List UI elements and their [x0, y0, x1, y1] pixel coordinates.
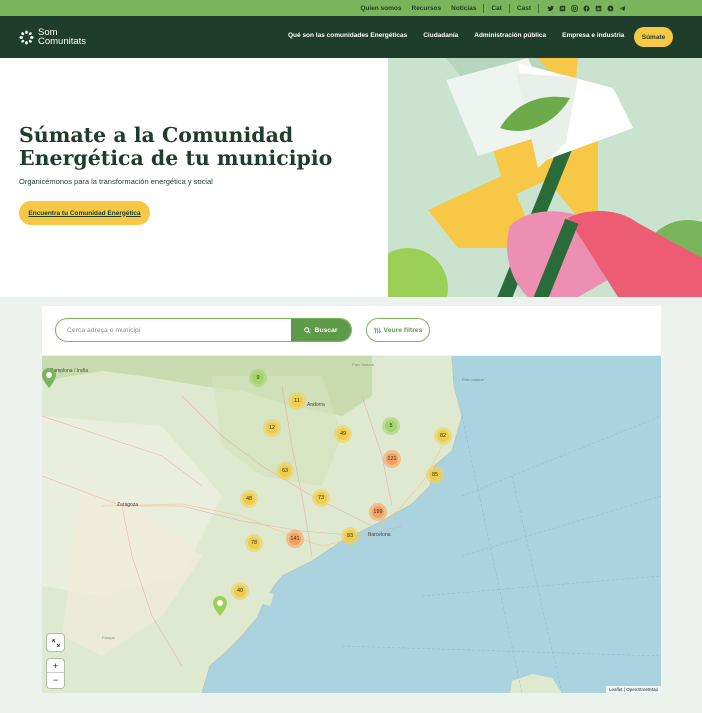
place-label-andorra: Andorra: [307, 402, 325, 408]
map-cluster[interactable]: 73: [312, 489, 330, 507]
map-cluster[interactable]: 5: [382, 417, 400, 435]
cluster-count: 5: [385, 420, 397, 432]
linkedin-icon[interactable]: [595, 5, 602, 12]
mastodon-icon[interactable]: [559, 5, 566, 12]
map-cluster[interactable]: 49: [334, 425, 352, 443]
join-button[interactable]: Súmate: [634, 27, 673, 47]
social-links: [547, 4, 626, 12]
link-noticias[interactable]: Noticias: [446, 5, 481, 12]
map-attribution[interactable]: Leaflet | OpenStreetMap: [606, 686, 661, 693]
zoom-in-button[interactable]: +: [47, 659, 64, 673]
map-cluster[interactable]: 141: [286, 530, 304, 548]
hero-illustration: [388, 58, 702, 297]
logo-text: Som Comunitats: [38, 28, 87, 47]
link-quien-somos[interactable]: Quien somos: [355, 5, 406, 12]
cluster-count: 12: [266, 422, 278, 434]
zoom-control: + −: [47, 659, 64, 688]
divider: [483, 3, 485, 13]
hero-title: Súmate a la Comunidad Energética de tu m…: [19, 123, 333, 170]
filters-label: Veure filtres: [383, 326, 423, 334]
map-cluster[interactable]: 9: [249, 369, 267, 387]
flag-hand-illustration: [388, 58, 702, 297]
map-cluster[interactable]: 121: [383, 450, 401, 468]
divider: [508, 3, 510, 13]
filter-icon: [373, 327, 381, 333]
place-label-zaragoza: Zaragoza: [117, 502, 139, 508]
map-pin-icon[interactable]: [213, 596, 227, 616]
primary-nav: Qué son las comunidades Energéticas Ciud…: [288, 32, 632, 39]
main-header: Som Comunitats Qué son las comunidades E…: [0, 16, 702, 58]
cluster-count: 78: [248, 537, 260, 549]
address-search-input[interactable]: [56, 319, 294, 341]
facebook-icon[interactable]: [583, 4, 590, 12]
map-cluster[interactable]: 11: [288, 392, 306, 410]
instagram-icon[interactable]: [571, 4, 578, 12]
nav-empresa[interactable]: Empresa e industria: [554, 32, 632, 39]
logo-line-comunitats: Comunitats: [38, 36, 87, 47]
search-button[interactable]: Buscar: [291, 319, 351, 341]
cluster-count: 73: [315, 492, 327, 504]
lang-cast[interactable]: Cast: [512, 5, 536, 12]
zoom-out-button[interactable]: −: [47, 673, 64, 687]
hero-subtitle: Organicémonos para la transformación ene…: [19, 177, 213, 186]
map-cluster[interactable]: 63: [276, 462, 294, 480]
cluster-count: 141: [289, 533, 301, 545]
fullscreen-button[interactable]: [47, 634, 64, 651]
sun-logo-icon: [19, 29, 34, 45]
find-community-button[interactable]: Encuentra tu Comunidad Energética: [19, 201, 150, 225]
divider: [538, 3, 539, 13]
cluster-count: 63: [279, 465, 291, 477]
expand-icon: [51, 638, 60, 647]
telegram-icon[interactable]: [619, 5, 626, 12]
map-cluster[interactable]: 48: [240, 490, 258, 508]
map-cluster[interactable]: 78: [245, 534, 263, 552]
search-box: Buscar: [55, 318, 352, 342]
hero-section: Súmate a la Comunidad Energética de tu m…: [0, 58, 702, 297]
place-label-barcelona: Barcelona: [368, 532, 391, 538]
cluster-count: 11: [291, 395, 303, 407]
map-cluster[interactable]: 199: [369, 503, 387, 521]
cluster-count: 83: [344, 530, 356, 542]
filters-button[interactable]: Veure filtres: [366, 318, 430, 342]
cluster-count: 199: [372, 506, 384, 518]
cluster-count: 82: [437, 430, 449, 442]
map-cluster[interactable]: 82: [434, 427, 452, 445]
search-icon: [304, 326, 312, 334]
map-search-panel: Buscar Veure filtres: [42, 306, 661, 355]
svg-text:Parque: Parque: [102, 635, 116, 640]
cluster-count: 40: [234, 585, 246, 597]
map-cluster[interactable]: 12: [263, 419, 281, 437]
map-cluster[interactable]: 40: [231, 582, 249, 600]
nav-comunidades[interactable]: Qué son las comunidades Energéticas: [288, 32, 415, 39]
map-cluster[interactable]: 83: [341, 527, 359, 545]
search-button-label: Buscar: [314, 326, 338, 334]
svg-text:Parc Natural: Parc Natural: [352, 362, 374, 367]
site-logo[interactable]: Som Comunitats: [19, 28, 86, 46]
lang-cat[interactable]: Cat: [486, 5, 506, 12]
svg-text:Parc natural: Parc natural: [462, 377, 484, 382]
communities-map[interactable]: Parc Natural Parc natural Parque Pamplon…: [42, 356, 661, 693]
cluster-count: 49: [337, 428, 349, 440]
nav-administracion[interactable]: Administración pública: [466, 32, 554, 39]
map-pin-icon[interactable]: [42, 368, 56, 388]
youtube-icon[interactable]: [607, 4, 614, 12]
link-recursos[interactable]: Recursos: [407, 5, 447, 12]
twitter-icon[interactable]: [547, 5, 554, 12]
map-tiles: Parc Natural Parc natural Parque: [42, 356, 661, 693]
cluster-count: 121: [386, 453, 398, 465]
cluster-count: 9: [252, 372, 264, 384]
nav-ciudadania[interactable]: Ciudadanía: [415, 32, 466, 39]
map-cluster[interactable]: 85: [426, 466, 444, 484]
cluster-count: 48: [243, 493, 255, 505]
cluster-count: 85: [429, 469, 441, 481]
utility-bar: Quien somos Recursos Noticias Cat Cast: [0, 0, 702, 16]
